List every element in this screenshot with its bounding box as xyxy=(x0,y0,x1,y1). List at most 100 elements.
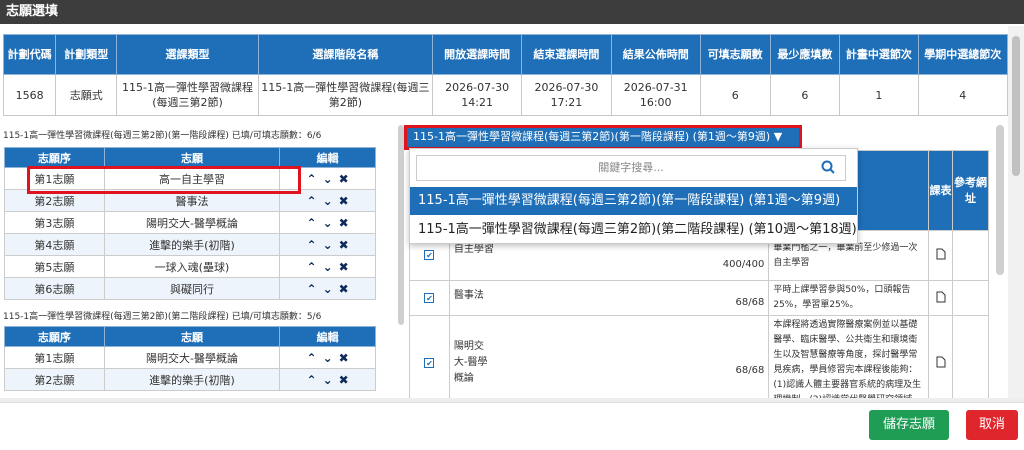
course-desc: 平時上課學習參與50%，口頭報告25%，學習單25%。 xyxy=(768,280,930,316)
delete-icon[interactable]: ✖ xyxy=(339,172,349,186)
move-down-icon[interactable]: ⌄ xyxy=(323,282,333,296)
move-down-icon[interactable]: ⌄ xyxy=(323,216,333,230)
checkbox-checked-icon[interactable]: ✔ xyxy=(424,357,435,368)
delete-icon[interactable]: ✖ xyxy=(339,238,349,252)
wish-course: 一球入魂(壘球) xyxy=(103,255,281,278)
wish-order: 第1志願 xyxy=(4,346,105,369)
stage-dropdown: 關鍵字搜尋... 115-1高一彈性學習微課程(每週三第2節)(第一階段課程) … xyxy=(409,148,858,244)
course-info: 陽明交大-醫學概論 68/68 xyxy=(448,315,770,411)
wish-edit: ⌃ ⌄ ✖ xyxy=(279,277,376,300)
delete-icon[interactable]: ✖ xyxy=(339,282,349,296)
move-up-icon[interactable]: ⌃ xyxy=(307,351,317,365)
plan-header-4: 開放選課時間 xyxy=(431,34,523,75)
left-scrollbar[interactable] xyxy=(398,125,404,325)
wish-row: 第5志願 一球入魂(壘球) ⌃ ⌄ ✖ xyxy=(4,255,376,278)
save-button[interactable]: 儲存志願 xyxy=(869,410,949,440)
course-name: 醫事法 xyxy=(453,290,484,302)
scroll-thumb[interactable] xyxy=(1012,36,1020,176)
plan-header-3: 選課階段名稱 xyxy=(257,34,434,75)
wish-order: 第6志願 xyxy=(4,277,105,300)
wish-row: 第1志願 陽明交大-醫學概論 ⌃ ⌄ ✖ xyxy=(4,346,376,369)
move-down-icon[interactable]: ⌄ xyxy=(323,172,333,186)
wish-edit: ⌃ ⌄ ✖ xyxy=(279,346,376,369)
delete-icon[interactable]: ✖ xyxy=(339,351,349,365)
plan-header-10: 學期中選總節次 xyxy=(917,34,1009,75)
plan-header-8: 最少應填數 xyxy=(769,34,841,75)
schedule-cell[interactable] xyxy=(928,315,954,411)
schedule-cell[interactable] xyxy=(928,280,954,316)
stage2-header-1: 志願 xyxy=(103,326,281,347)
plan-header-1: 計劃類型 xyxy=(55,34,118,75)
main-scrollbar[interactable] xyxy=(1008,26,1024,400)
stage1-header-0: 志願序 xyxy=(4,147,105,168)
move-up-icon[interactable]: ⌃ xyxy=(307,260,317,274)
move-up-icon[interactable]: ⌃ xyxy=(307,194,317,208)
stage2-header-0: 志願序 xyxy=(4,326,105,347)
ref-cell xyxy=(952,315,989,411)
move-up-icon[interactable]: ⌃ xyxy=(307,172,317,186)
course-count: 68/68 xyxy=(735,296,765,308)
plan-header-7: 可填志願數 xyxy=(699,34,771,75)
ref-cell xyxy=(952,230,989,281)
document-icon[interactable] xyxy=(936,248,946,260)
plan-header-2: 選課類型 xyxy=(116,34,259,75)
plan-cell-8: 6 xyxy=(769,74,841,116)
stage2-wish-table: 志願序 志願 編輯 第1志願 陽明交大-醫學概論 ⌃ ⌄ ✖ 第2志願 進擊的樂手(初階) ⌃ ⌄ ✖ xyxy=(4,326,376,391)
ref-cell xyxy=(952,280,989,316)
dropdown-option-2[interactable]: 115-1高一彈性學習微課程(每週三第2節)(第二階段課程) (第10週～第18… xyxy=(410,216,857,244)
wish-edit: ⌃ ⌄ ✖ xyxy=(279,211,376,234)
plan-cell-3: 115-1高一彈性學習微課程(每週三第2節) xyxy=(257,74,434,116)
move-down-icon[interactable]: ⌄ xyxy=(323,238,333,252)
wish-edit: ⌃ ⌄ ✖ xyxy=(279,255,376,278)
move-down-icon[interactable]: ⌄ xyxy=(323,260,333,274)
plan-cell-6: 2026-07-31 16:00 xyxy=(610,74,701,116)
move-down-icon[interactable]: ⌄ xyxy=(323,373,333,387)
dropdown-option-1[interactable]: 115-1高一彈性學習微課程(每週三第2節)(第一階段課程) (第1週～第9週) xyxy=(410,187,857,215)
delete-icon[interactable]: ✖ xyxy=(339,216,349,230)
document-icon[interactable] xyxy=(936,356,946,368)
wish-course: 與礙同行 xyxy=(103,277,281,300)
plan-cell-0: 1568 xyxy=(2,74,57,116)
course-count: 400/400 xyxy=(722,258,765,270)
checkbox-checked-icon[interactable]: ✔ xyxy=(424,250,435,260)
wish-row: 第6志願 與礙同行 ⌃ ⌄ ✖ xyxy=(4,277,376,300)
plan-cell-4: 2026-07-30 14:21 xyxy=(431,74,523,116)
plan-cell-1: 志願式 xyxy=(55,74,118,116)
wish-order: 第3志願 xyxy=(4,211,105,234)
checkbox-checked-icon[interactable]: ✔ xyxy=(424,292,435,303)
stage2-header-2: 編輯 xyxy=(279,326,376,347)
wish-course: 陽明交大-醫學概論 xyxy=(103,211,281,234)
stage1-header-2: 編輯 xyxy=(279,147,376,168)
wish-edit: ⌃ ⌄ ✖ xyxy=(279,368,376,391)
wish-order: 第4志願 xyxy=(4,233,105,256)
course-check[interactable]: ✔ xyxy=(409,315,450,411)
wish-course: 進擊的樂手(初階) xyxy=(103,233,281,256)
stage1-caption: 115-1高一彈性學習微課程(每週三第2節)(第一階段課程) 已填/可填志願數：… xyxy=(3,131,322,141)
move-down-icon[interactable]: ⌄ xyxy=(323,351,333,365)
delete-icon[interactable]: ✖ xyxy=(339,260,349,274)
cancel-button[interactable]: 取消 xyxy=(966,410,1018,440)
delete-icon[interactable]: ✖ xyxy=(339,194,349,208)
move-up-icon[interactable]: ⌃ xyxy=(307,373,317,387)
document-icon[interactable] xyxy=(936,291,946,303)
wish-row: 第3志願 陽明交大-醫學概論 ⌃ ⌄ ✖ xyxy=(4,211,376,234)
move-down-icon[interactable]: ⌄ xyxy=(323,194,333,208)
plan-cell-9: 1 xyxy=(839,74,919,116)
move-up-icon[interactable]: ⌃ xyxy=(307,238,317,252)
wish-course: 進擊的樂手(初階) xyxy=(103,368,281,391)
course-row: ✔ 醫事法 68/68 平時上課學習參與50%，口頭報告25%，學習單25%。 xyxy=(409,280,989,316)
move-up-icon[interactable]: ⌃ xyxy=(307,216,317,230)
right-scrollbar[interactable] xyxy=(996,125,1004,275)
col-ref: 參考網址 xyxy=(952,150,989,231)
course-count: 68/68 xyxy=(735,365,765,376)
course-check[interactable]: ✔ xyxy=(409,280,450,316)
search-input[interactable]: 關鍵字搜尋... xyxy=(416,155,846,181)
course-info: 醫事法 68/68 xyxy=(448,280,770,316)
stage1-header-1: 志願 xyxy=(103,147,281,168)
move-up-icon[interactable]: ⌃ xyxy=(307,282,317,296)
highlight-box-select xyxy=(404,125,802,150)
schedule-cell[interactable] xyxy=(928,230,954,281)
plan-table: 計劃代碼 計劃類型 選課類型 選課階段名稱 開放選課時間 結束選課時間 結果公佈時間 可填志願… xyxy=(2,34,1009,116)
highlight-box xyxy=(27,166,301,194)
delete-icon[interactable]: ✖ xyxy=(339,373,349,387)
